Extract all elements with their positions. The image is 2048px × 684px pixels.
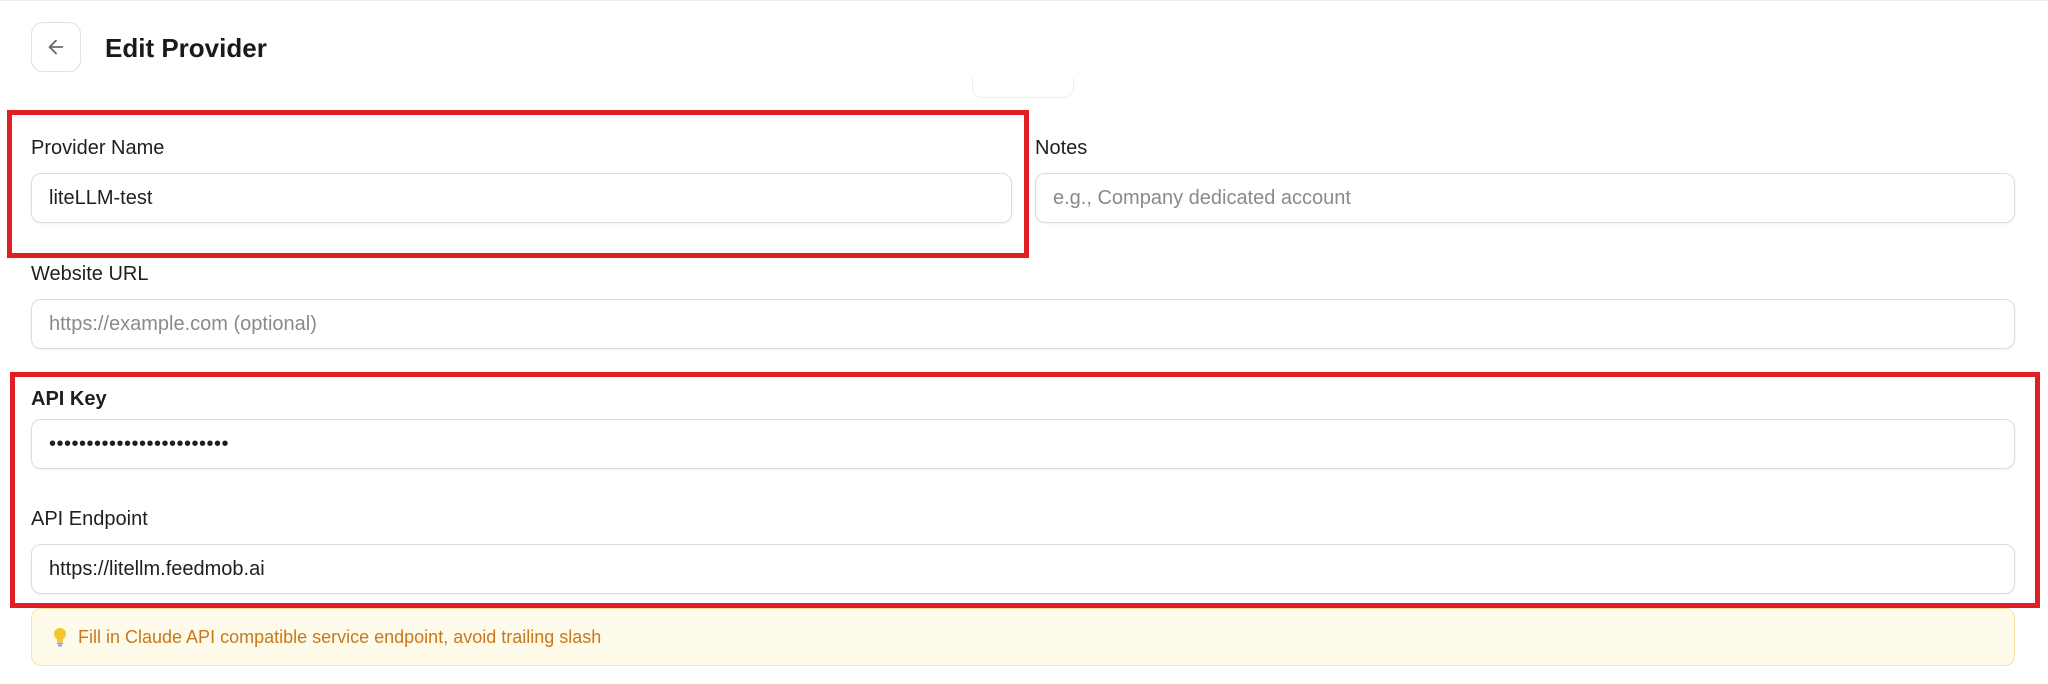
api-key-input[interactable]: •••••••••••••••••••••••• bbox=[31, 419, 2015, 469]
api-key-masked-value: •••••••••••••••••••••••• bbox=[49, 432, 230, 455]
website-url-input[interactable]: https://example.com (optional) bbox=[31, 299, 2015, 349]
api-key-label: API Key bbox=[31, 388, 107, 410]
api-endpoint-label: API Endpoint bbox=[31, 508, 148, 530]
provider-name-value: liteLLM-test bbox=[49, 186, 153, 209]
endpoint-hint: Fill in Claude API compatible service en… bbox=[31, 608, 2015, 666]
arrow-left-icon bbox=[48, 39, 64, 55]
notes-input[interactable]: e.g., Company dedicated account bbox=[1035, 173, 2015, 223]
provider-name-input[interactable]: liteLLM-test bbox=[31, 173, 1012, 223]
website-url-label: Website URL bbox=[31, 263, 149, 285]
notes-label: Notes bbox=[1035, 137, 1088, 159]
provider-name-label: Provider Name bbox=[31, 137, 165, 159]
website-url-placeholder: https://example.com (optional) bbox=[49, 312, 317, 335]
collapsed-panel-edge bbox=[972, 78, 1074, 98]
notes-placeholder: e.g., Company dedicated account bbox=[1053, 186, 1351, 209]
back-button[interactable] bbox=[31, 22, 81, 72]
top-divider bbox=[0, 0, 2048, 1]
api-endpoint-value: https://litellm.feedmob.ai bbox=[49, 557, 265, 580]
lightbulb-icon bbox=[54, 628, 66, 647]
page-title: Edit Provider bbox=[105, 33, 267, 63]
api-endpoint-input[interactable]: https://litellm.feedmob.ai bbox=[31, 544, 2015, 594]
endpoint-hint-text: Fill in Claude API compatible service en… bbox=[78, 626, 602, 647]
